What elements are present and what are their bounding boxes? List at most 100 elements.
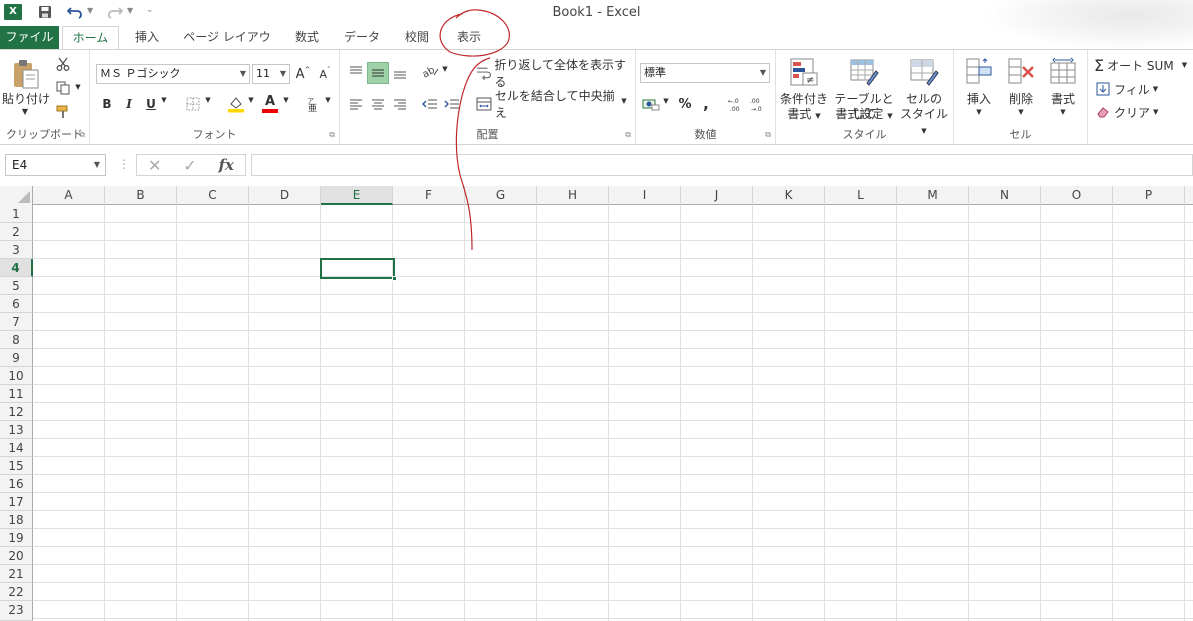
column-header[interactable]: P: [1113, 186, 1185, 205]
orientation-dropdown-icon[interactable]: ▼: [441, 65, 449, 73]
insert-function-button[interactable]: fx: [219, 156, 234, 174]
font-color-dropdown-icon[interactable]: ▼: [282, 96, 290, 104]
column-header[interactable]: K: [753, 186, 825, 205]
column-header-selected[interactable]: E: [321, 186, 393, 205]
decrease-decimal-icon[interactable]: .00 →.0: [748, 94, 768, 114]
phonetic-dropdown-icon[interactable]: ▼: [324, 96, 332, 104]
comma-style-button[interactable]: ,: [698, 94, 714, 114]
tab-insert[interactable]: 挿入: [126, 26, 168, 49]
copy-icon[interactable]: [54, 79, 72, 97]
row-header[interactable]: 11: [0, 385, 33, 403]
format-cells-icon[interactable]: [1048, 56, 1078, 86]
formula-input[interactable]: [251, 154, 1193, 176]
tab-home[interactable]: ホーム: [62, 26, 119, 50]
format-cells-label[interactable]: 書式: [1038, 92, 1088, 107]
wrap-text-button[interactable]: 折り返して全体を表示する: [476, 58, 632, 89]
format-as-table-label-2[interactable]: 書式設定 ▼: [830, 107, 898, 124]
column-header[interactable]: G: [465, 186, 537, 205]
tab-page-layout[interactable]: ページ レイアウト: [178, 26, 276, 67]
copy-dropdown-icon[interactable]: ▼: [74, 83, 82, 91]
paste-icon[interactable]: [8, 56, 44, 92]
row-header[interactable]: 5: [0, 277, 33, 295]
active-cell[interactable]: [320, 258, 397, 281]
align-bottom-icon[interactable]: [390, 62, 410, 82]
row-header[interactable]: 16: [0, 475, 33, 493]
paste-dropdown-icon[interactable]: ▼: [20, 107, 30, 116]
row-header[interactable]: 3: [0, 241, 33, 259]
format-painter-icon[interactable]: [54, 103, 72, 121]
fill-color-icon[interactable]: [226, 94, 246, 114]
format-dropdown-icon[interactable]: ▼: [1059, 108, 1067, 116]
fill-color-dropdown-icon[interactable]: ▼: [247, 96, 255, 104]
align-middle-icon[interactable]: [367, 62, 389, 84]
formula-bar-grip-icon[interactable]: ⋮: [118, 157, 130, 171]
fill-handle[interactable]: [392, 276, 397, 281]
align-center-icon[interactable]: [368, 94, 388, 114]
accounting-format-icon[interactable]: [640, 94, 662, 114]
conditional-formatting-label[interactable]: 条件付き: [778, 92, 830, 107]
number-format-select[interactable]: 標準 ▼: [640, 63, 770, 83]
align-top-icon[interactable]: [346, 62, 366, 82]
column-header[interactable]: F: [393, 186, 465, 205]
paste-button-label[interactable]: 貼り付け: [2, 92, 50, 107]
row-header[interactable]: 2: [0, 223, 33, 241]
row-header[interactable]: 1: [0, 205, 33, 223]
underline-button[interactable]: U: [142, 94, 160, 114]
italic-button[interactable]: I: [120, 94, 138, 114]
bold-button[interactable]: B: [98, 94, 116, 114]
name-box[interactable]: E4 ▼: [5, 154, 106, 176]
confirm-entry-icon[interactable]: ✓: [183, 156, 196, 175]
delete-cells-icon[interactable]: [1006, 56, 1036, 86]
decrease-indent-icon[interactable]: [420, 94, 440, 114]
tab-file[interactable]: ファイル: [0, 26, 59, 49]
row-header[interactable]: 19: [0, 529, 33, 547]
borders-icon[interactable]: [184, 95, 202, 113]
column-header[interactable]: D: [249, 186, 321, 205]
row-header[interactable]: 10: [0, 367, 33, 385]
autosum-button[interactable]: Σ オート SUM ▼: [1094, 56, 1193, 75]
accounting-dropdown-icon[interactable]: ▼: [662, 97, 670, 105]
row-header[interactable]: 12: [0, 403, 33, 421]
underline-dropdown-icon[interactable]: ▼: [160, 96, 168, 104]
conditional-formatting-icon[interactable]: ≠: [788, 56, 820, 88]
align-left-icon[interactable]: [346, 94, 366, 114]
row-header[interactable]: 8: [0, 331, 33, 349]
row-header[interactable]: 7: [0, 313, 33, 331]
column-header[interactable]: M: [897, 186, 969, 205]
tab-formulas[interactable]: 数式: [286, 26, 328, 49]
font-launcher-icon[interactable]: ⧉: [329, 130, 335, 140]
alignment-launcher-icon[interactable]: ⧉: [625, 130, 631, 140]
row-header[interactable]: 9: [0, 349, 33, 367]
cancel-entry-icon[interactable]: ✕: [148, 156, 161, 175]
column-header[interactable]: J: [681, 186, 753, 205]
column-header[interactable]: B: [105, 186, 177, 205]
cut-icon[interactable]: [54, 55, 72, 73]
cell-styles-label[interactable]: セルの: [898, 92, 950, 107]
tab-review[interactable]: 校閲: [396, 26, 438, 49]
row-header[interactable]: 23: [0, 601, 33, 621]
column-header[interactable]: A: [33, 186, 105, 205]
percent-style-button[interactable]: %: [676, 94, 694, 114]
row-header[interactable]: 13: [0, 421, 33, 439]
insert-cells-icon[interactable]: [964, 56, 994, 86]
column-header[interactable]: H: [537, 186, 609, 205]
column-header[interactable]: L: [825, 186, 897, 205]
clipboard-launcher-icon[interactable]: ⧉: [79, 130, 85, 140]
row-header[interactable]: 18: [0, 511, 33, 529]
column-header[interactable]: C: [177, 186, 249, 205]
format-as-table-icon[interactable]: [848, 56, 880, 88]
font-size-select[interactable]: 11 ▼: [252, 64, 290, 84]
delete-dropdown-icon[interactable]: ▼: [1017, 108, 1025, 116]
increase-indent-icon[interactable]: [442, 94, 462, 114]
row-header[interactable]: 15: [0, 457, 33, 475]
row-header[interactable]: 6: [0, 295, 33, 313]
shrink-font-button[interactable]: Aˇ: [316, 64, 334, 84]
tab-data[interactable]: データ: [338, 26, 386, 49]
orientation-icon[interactable]: ab: [420, 62, 442, 82]
font-name-select[interactable]: ＭＳ Ｐゴシック ▼: [96, 64, 250, 84]
row-header[interactable]: 20: [0, 547, 33, 565]
row-header[interactable]: 17: [0, 493, 33, 511]
column-header[interactable]: O: [1041, 186, 1113, 205]
align-right-icon[interactable]: [390, 94, 410, 114]
row-header-selected[interactable]: 4: [0, 259, 33, 277]
